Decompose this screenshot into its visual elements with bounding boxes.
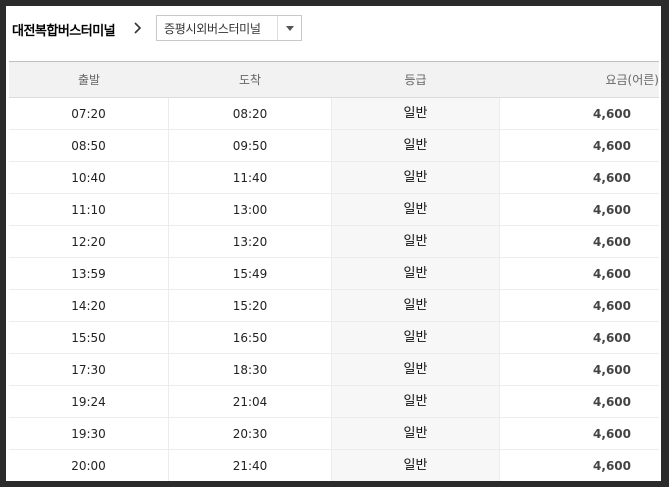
route-bar: 대전복합버스터미널 증평시외버스터미널: [6, 6, 661, 56]
header-grade: 등급: [331, 62, 500, 97]
fare: 4,600: [593, 235, 631, 249]
table-row: 12:20 13:20 일반 4,600: [9, 226, 659, 258]
chevron-down-icon: [286, 26, 294, 31]
table-row: 13:59 15:49 일반 4,600: [9, 258, 659, 290]
bus-grade: 일반: [331, 450, 500, 481]
fare: 4,600: [593, 427, 631, 441]
arrive-time: 15:20: [232, 299, 268, 313]
depart-time: 19:24: [9, 386, 169, 417]
bus-grade: 일반: [331, 258, 500, 289]
fare: 4,600: [593, 363, 631, 377]
timetable-panel: 대전복합버스터미널 증평시외버스터미널 출발 도착 등급 요금(어른) 07:2…: [6, 6, 661, 481]
fare: 4,600: [593, 299, 631, 313]
table-row: 08:50 09:50 일반 4,600: [9, 130, 659, 162]
table-row: 14:20 15:20 일반 4,600: [9, 290, 659, 322]
depart-time: 07:20: [9, 98, 169, 129]
header-arrive: 도착: [238, 73, 262, 87]
depart-time: 20:00: [9, 450, 169, 481]
bus-grade: 일반: [331, 418, 500, 449]
table-row: 10:40 11:40 일반 4,600: [9, 162, 659, 194]
fare: 4,600: [593, 139, 631, 153]
bus-grade: 일반: [331, 386, 500, 417]
depart-time: 14:20: [9, 290, 169, 321]
destination-select-toggle[interactable]: [277, 16, 301, 40]
depart-time: 10:40: [9, 162, 169, 193]
arrive-time: 09:50: [232, 139, 268, 153]
arrive-time: 21:40: [232, 459, 268, 473]
table-body: 07:20 08:20 일반 4,600 08:50 09:50 일반 4,600 10:40 1…: [9, 98, 659, 481]
schedule-table: 출발 도착 등급 요금(어른) 07:20 08:20 일반 4,600 08:50 09…: [9, 61, 659, 481]
table-row: 07:20 08:20 일반 4,600: [9, 98, 659, 130]
depart-time: 15:50: [9, 322, 169, 353]
depart-time: 11:10: [9, 194, 169, 225]
arrive-time: 11:40: [232, 171, 268, 185]
depart-time: 19:30: [9, 418, 169, 449]
fare: 4,600: [593, 267, 631, 281]
table-row: 19:30 20:30 일반 4,600: [9, 418, 659, 450]
arrive-time: 08:20: [232, 107, 268, 121]
bus-grade: 일반: [331, 322, 500, 353]
table-row: 11:10 13:00 일반 4,600: [9, 194, 659, 226]
bus-grade: 일반: [331, 98, 500, 129]
arrive-time: 21:04: [232, 395, 268, 409]
bus-grade: 일반: [331, 226, 500, 257]
table-header: 출발 도착 등급 요금(어른): [9, 62, 659, 98]
fare: 4,600: [593, 203, 631, 217]
arrive-time: 15:49: [232, 267, 268, 281]
table-row: 20:00 21:40 일반 4,600: [9, 450, 659, 481]
fare: 4,600: [593, 459, 631, 473]
arrive-time: 18:30: [232, 363, 268, 377]
bus-grade: 일반: [331, 130, 500, 161]
header-fare: 요금(어른): [605, 73, 659, 87]
table-row: 15:50 16:50 일반 4,600: [9, 322, 659, 354]
arrive-time: 16:50: [232, 331, 268, 345]
arrive-time: 13:00: [232, 203, 268, 217]
depart-time: 13:59: [9, 258, 169, 289]
depart-time: 08:50: [9, 130, 169, 161]
depart-time: 17:30: [9, 354, 169, 385]
header-depart: 출발: [77, 73, 101, 87]
destination-select[interactable]: 증평시외버스터미널: [156, 15, 302, 41]
arrive-time: 20:30: [232, 427, 268, 441]
destination-select-value: 증평시외버스터미널: [164, 22, 261, 36]
table-row: 19:24 21:04 일반 4,600: [9, 386, 659, 418]
depart-time: 12:20: [9, 226, 169, 257]
bus-grade: 일반: [331, 194, 500, 225]
table-row: 17:30 18:30 일반 4,600: [9, 354, 659, 386]
bus-grade: 일반: [331, 290, 500, 321]
bus-grade: 일반: [331, 354, 500, 385]
origin-terminal: 대전복합버스터미널: [12, 24, 116, 39]
chevron-right-icon: [134, 22, 142, 34]
fare: 4,600: [593, 395, 631, 409]
fare: 4,600: [593, 107, 631, 121]
arrive-time: 13:20: [232, 235, 268, 249]
fare: 4,600: [593, 171, 631, 185]
fare: 4,600: [593, 331, 631, 345]
bus-grade: 일반: [331, 162, 500, 193]
